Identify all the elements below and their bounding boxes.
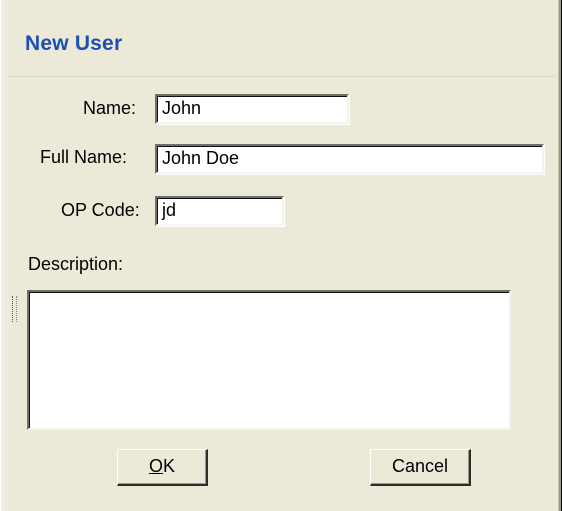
dialog-header: New User [9,6,554,76]
description-field[interactable] [27,290,511,430]
name-label: Name: [83,98,137,118]
new-user-dialog: New User Name: John Full Name: John Doe … [0,0,562,511]
name-field[interactable]: John [155,94,349,124]
ok-mnemonic: O [148,456,163,476]
window-border-left [0,0,9,511]
cancel-button[interactable]: Cancel [370,449,471,486]
full-name-label: Full Name: [40,147,128,167]
op-code-field[interactable]: jd [155,196,284,226]
header-divider [9,76,554,77]
op-code-label: OP Code: [61,200,140,220]
window-border-right [554,0,562,511]
dialog-title: New User [25,32,123,55]
ok-label-rest: K [163,456,176,476]
description-label: Description: [28,254,124,274]
resize-handle[interactable] [12,296,17,322]
full-name-field[interactable]: John Doe [155,144,544,174]
ok-button[interactable]: OK [117,449,208,486]
